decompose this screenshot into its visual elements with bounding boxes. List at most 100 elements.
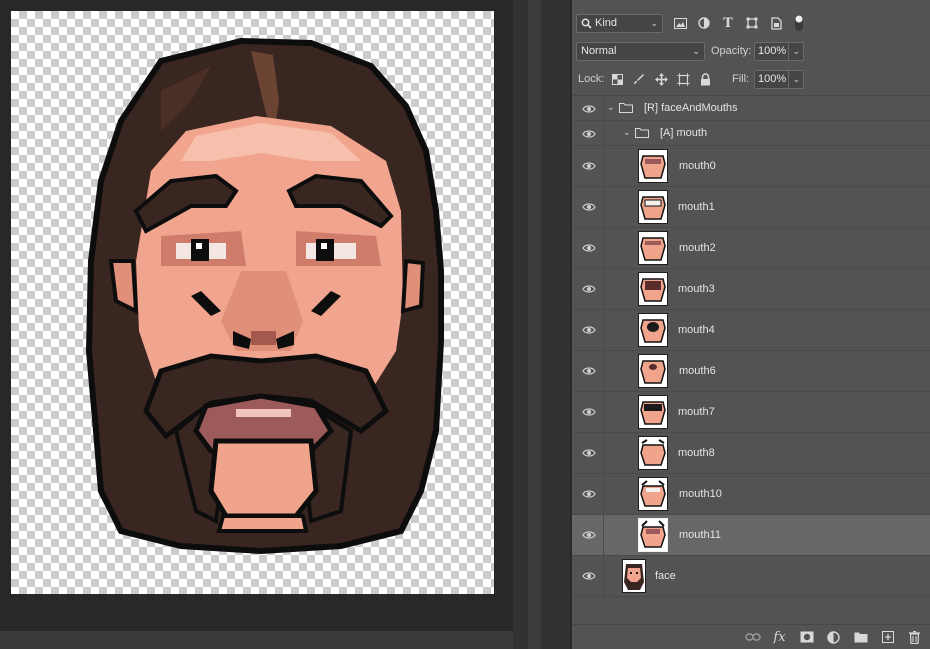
layer-name: mouth3 bbox=[678, 283, 715, 295]
visibility-column-divider bbox=[603, 310, 604, 350]
layer-mouth10[interactable]: mouth10 bbox=[572, 474, 930, 515]
link-layers-icon[interactable] bbox=[743, 628, 762, 646]
folder-icon bbox=[619, 103, 633, 113]
visibility-column-divider bbox=[603, 392, 604, 432]
document-canvas[interactable] bbox=[11, 11, 494, 594]
lock-all-icon[interactable] bbox=[696, 70, 714, 88]
layer-name: mouth2 bbox=[679, 242, 716, 254]
eye-icon[interactable] bbox=[582, 489, 596, 499]
chevron-down-icon[interactable]: ⌄ bbox=[788, 42, 803, 60]
lock-transparent-icon[interactable] bbox=[608, 70, 626, 88]
layer-thumbnail bbox=[622, 559, 646, 593]
visibility-column-divider bbox=[603, 515, 604, 555]
eye-icon[interactable] bbox=[582, 571, 596, 581]
add-mask-icon[interactable] bbox=[797, 628, 816, 646]
layer-thumbnail bbox=[638, 395, 668, 429]
delete-icon[interactable] bbox=[905, 628, 924, 646]
layer-mouth2[interactable]: mouth2 bbox=[572, 228, 930, 269]
pixel-art-face bbox=[85, 37, 444, 555]
chevron-down-icon[interactable]: ⌄ bbox=[607, 102, 615, 113]
layer-name: mouth8 bbox=[678, 447, 715, 459]
horizontal-scrollbar[interactable] bbox=[0, 631, 513, 649]
visibility-column-divider bbox=[603, 269, 604, 309]
chevron-down-icon: ⌄ bbox=[650, 17, 658, 28]
eye-icon[interactable] bbox=[582, 284, 596, 294]
eye-icon[interactable] bbox=[582, 325, 596, 335]
panel-collapse-strip[interactable] bbox=[528, 0, 541, 649]
visibility-column-divider bbox=[603, 146, 604, 186]
lock-label: Lock: bbox=[578, 73, 605, 85]
new-layer-icon[interactable] bbox=[878, 628, 897, 646]
layer-mouth8[interactable]: mouth8 bbox=[572, 433, 930, 474]
eye-icon[interactable] bbox=[582, 366, 596, 376]
lock-row: Lock: Fill: 100% ⌄ bbox=[572, 69, 930, 89]
opacity-field[interactable]: 100% ⌄ bbox=[754, 41, 804, 61]
blend-mode-value: Normal bbox=[581, 45, 617, 57]
layer-group-mouth[interactable]: ⌄ [A] mouth bbox=[572, 121, 930, 146]
layers-panel: Kind ⌄ T Normal ⌄ Opacity: 100% ⌄ Lock: … bbox=[571, 0, 930, 649]
layer-filter-row: Kind ⌄ T bbox=[572, 12, 930, 34]
layer-mouth3[interactable]: mouth3 bbox=[572, 269, 930, 310]
blend-row: Normal ⌄ Opacity: 100% ⌄ bbox=[572, 41, 930, 61]
fill-field[interactable]: 100% ⌄ bbox=[754, 69, 804, 89]
shape-filter-icon[interactable] bbox=[743, 14, 761, 32]
canvas-area[interactable] bbox=[0, 0, 513, 649]
eye-icon[interactable] bbox=[582, 202, 596, 212]
layer-thumbnail bbox=[638, 272, 668, 306]
layer-mouth7[interactable]: mouth7 bbox=[572, 392, 930, 433]
layer-mouth4[interactable]: mouth4 bbox=[572, 310, 930, 351]
visibility-column-divider bbox=[603, 96, 604, 120]
layer-thumbnail bbox=[638, 354, 668, 388]
panel-gutter bbox=[513, 0, 570, 649]
search-icon bbox=[581, 18, 592, 29]
eye-icon[interactable] bbox=[582, 448, 596, 458]
eye-icon[interactable] bbox=[582, 104, 596, 114]
folder-icon bbox=[635, 128, 649, 138]
chevron-down-icon[interactable]: ⌄ bbox=[788, 70, 803, 88]
visibility-column-divider bbox=[603, 474, 604, 514]
new-group-icon[interactable] bbox=[851, 628, 870, 646]
blend-mode-dropdown[interactable]: Normal ⌄ bbox=[576, 41, 705, 61]
visibility-column-divider bbox=[603, 351, 604, 391]
kind-filter-dropdown[interactable]: Kind ⌄ bbox=[576, 13, 663, 33]
visibility-column-divider bbox=[603, 187, 604, 227]
eye-icon[interactable] bbox=[582, 161, 596, 171]
chevron-down-icon[interactable]: ⌄ bbox=[623, 127, 631, 138]
layer-name: mouth0 bbox=[679, 160, 716, 172]
layer-mouth1[interactable]: mouth1 bbox=[572, 187, 930, 228]
adjustment-layer-icon[interactable] bbox=[824, 628, 843, 646]
layers-panel-footer: fx bbox=[572, 624, 930, 649]
eye-icon[interactable] bbox=[582, 243, 596, 253]
layer-name: mouth10 bbox=[679, 488, 722, 500]
type-filter-icon[interactable]: T bbox=[719, 14, 737, 32]
opacity-value: 100% bbox=[758, 45, 787, 57]
layers-list: ⌄ [R] faceAndMouths ⌄ [A] mouth mouth0 m… bbox=[572, 95, 930, 621]
eye-icon[interactable] bbox=[582, 407, 596, 417]
adjustment-filter-icon[interactable] bbox=[695, 14, 713, 32]
kind-filter-label: Kind bbox=[595, 17, 618, 29]
layer-mouth11[interactable]: mouth11 bbox=[572, 515, 930, 556]
layer-mouth6[interactable]: mouth6 bbox=[572, 351, 930, 392]
layer-name: mouth1 bbox=[678, 201, 715, 213]
fx-icon[interactable]: fx bbox=[770, 628, 789, 646]
eye-icon[interactable] bbox=[582, 129, 596, 139]
layer-group-faceandmouths[interactable]: ⌄ [R] faceAndMouths bbox=[572, 96, 930, 121]
lock-image-icon[interactable] bbox=[630, 70, 648, 88]
filter-toggle-icon[interactable] bbox=[790, 14, 808, 32]
lock-artboard-icon[interactable] bbox=[674, 70, 692, 88]
layer-name: face bbox=[655, 570, 676, 582]
visibility-column-divider bbox=[603, 228, 604, 268]
layer-name: mouth11 bbox=[679, 529, 721, 541]
layer-mouth0[interactable]: mouth0 bbox=[572, 146, 930, 187]
layer-name: [R] faceAndMouths bbox=[644, 102, 738, 114]
layer-thumbnail bbox=[638, 477, 668, 511]
layer-name: [A] mouth bbox=[660, 127, 708, 139]
chevron-down-icon: ⌄ bbox=[692, 45, 700, 56]
layer-thumbnail bbox=[638, 518, 668, 552]
layer-face[interactable]: face bbox=[572, 556, 930, 597]
eye-icon[interactable] bbox=[582, 530, 596, 540]
smart-object-filter-icon[interactable] bbox=[767, 14, 785, 32]
image-filter-icon[interactable] bbox=[671, 14, 689, 32]
lock-position-icon[interactable] bbox=[652, 70, 670, 88]
layer-thumbnail bbox=[638, 313, 668, 347]
